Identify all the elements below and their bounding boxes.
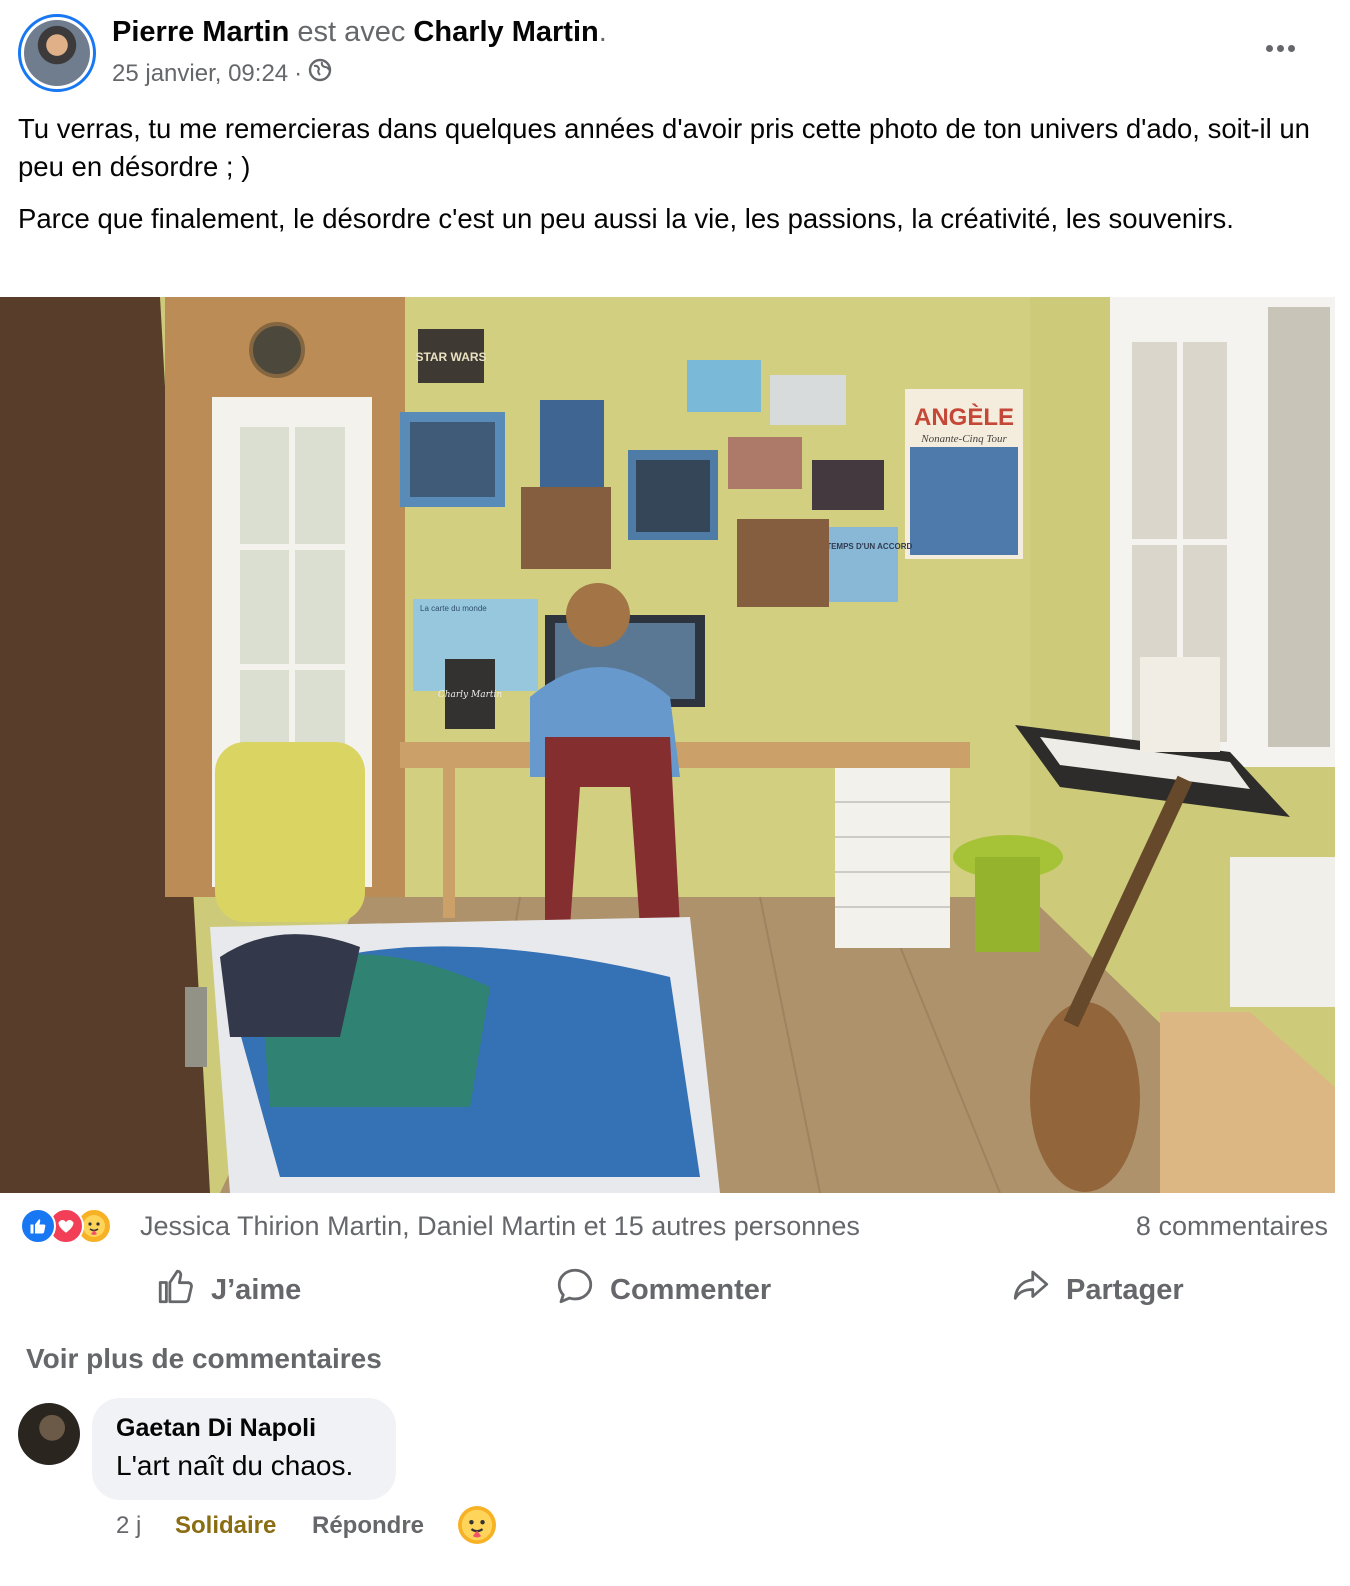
view-more-comments-link[interactable]: Voir plus de commentaires xyxy=(26,1343,382,1375)
comment-reaction-button[interactable]: Solidaire xyxy=(175,1512,276,1540)
post-photo[interactable]: STAR WARS ANGÈLE Nonante-Cinq Tour LE TE… xyxy=(0,297,1335,1193)
tagged-name[interactable]: Charly Martin xyxy=(413,16,598,48)
post-meta: 25 janvier, 09:24 · xyxy=(112,58,332,89)
dot-icon xyxy=(1265,44,1273,52)
thumbs-up-icon xyxy=(155,1265,197,1315)
post-paragraph-1: Tu verras, tu me remercieras dans quelqu… xyxy=(18,113,1310,182)
like-label: J’aime xyxy=(211,1273,302,1306)
globe-icon[interactable] xyxy=(308,58,332,89)
reply-button[interactable]: Répondre xyxy=(312,1512,424,1540)
reaction-names[interactable]: Jessica Thirion Martin, Daniel Martin et… xyxy=(140,1211,860,1242)
commenter-avatar[interactable] xyxy=(18,1403,80,1465)
period: . xyxy=(598,16,607,48)
comment-button[interactable]: Commenter xyxy=(554,1264,771,1316)
avatar-image xyxy=(24,20,90,86)
dot-icon xyxy=(1276,44,1284,52)
author-avatar[interactable] xyxy=(18,14,96,92)
with-text: est avec xyxy=(297,16,406,48)
commenter-name[interactable]: Gaetan Di Napoli xyxy=(116,1414,316,1443)
comment-bubble-icon xyxy=(554,1265,596,1315)
meta-separator: · xyxy=(294,59,303,87)
post-date[interactable]: 25 janvier, 09:24 xyxy=(112,60,288,88)
like-icon xyxy=(20,1208,56,1244)
post-header-line: Pierre Martin est avec Charly Martin. xyxy=(112,16,607,49)
comment-time[interactable]: 2 j xyxy=(116,1512,141,1540)
dot-icon xyxy=(1287,44,1295,52)
comment-label: Commenter xyxy=(610,1273,772,1306)
post-paragraph-2: Parce que finalement, le désordre c'est … xyxy=(18,203,1234,234)
reaction-icons[interactable] xyxy=(20,1208,112,1244)
comment-text: L'art naît du chaos. xyxy=(116,1450,354,1481)
comment-count[interactable]: 8 commentaires xyxy=(1136,1211,1328,1242)
share-arrow-icon xyxy=(1010,1265,1052,1315)
share-button[interactable]: Partager xyxy=(1010,1264,1184,1316)
care-icon[interactable] xyxy=(458,1506,496,1544)
like-button[interactable]: J’aime xyxy=(155,1264,301,1316)
more-options-button[interactable] xyxy=(1258,30,1302,66)
author-name[interactable]: Pierre Martin xyxy=(112,16,289,48)
share-label: Partager xyxy=(1066,1273,1184,1306)
